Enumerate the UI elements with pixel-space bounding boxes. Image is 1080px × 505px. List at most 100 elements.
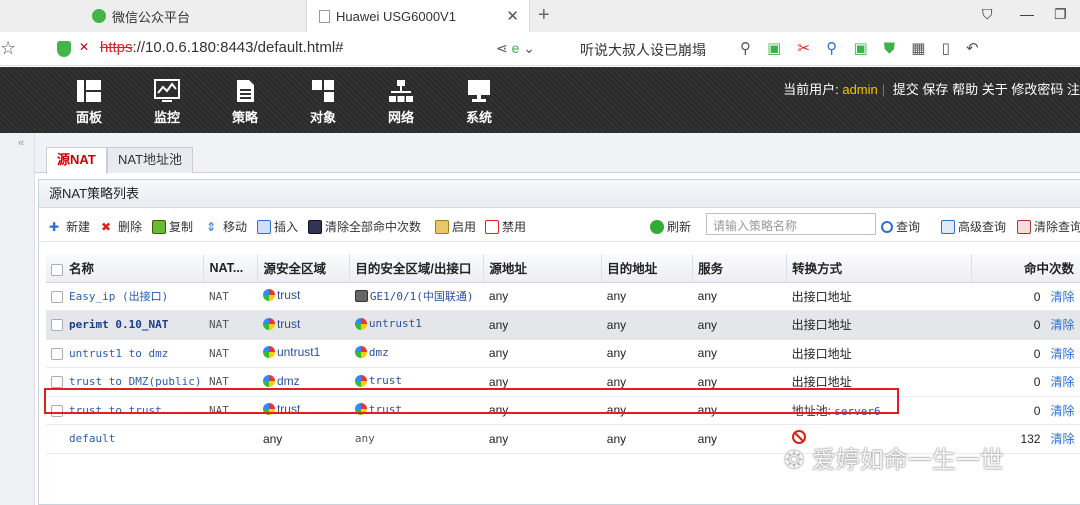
insert-button[interactable]: 插入 [257, 218, 298, 235]
advanced-search-icon [941, 219, 955, 234]
search-box[interactable]: 听说大叔人设已崩塌 [580, 40, 706, 60]
row-checkbox[interactable] [51, 376, 63, 389]
collapse-sidebar[interactable]: « [0, 133, 35, 505]
table-row[interactable]: perimt 0.10_NAT NAT trust untrust1 any any any… [46, 310, 1080, 340]
row-nat: NAT [203, 282, 258, 311]
about-link[interactable]: 关于 [982, 82, 1008, 97]
system-icon [468, 80, 490, 102]
save-link[interactable]: 保存 [922, 82, 948, 97]
col-label: 名称 [69, 262, 95, 277]
disable-icon [485, 219, 499, 234]
col-service[interactable]: 服务 [692, 254, 788, 283]
move-button[interactable]: ⇕ 移动 [206, 218, 247, 235]
logout-link[interactable]: 注 [1067, 82, 1080, 97]
submit-link[interactable]: 提交 [893, 82, 919, 97]
query-button[interactable]: 查询 [881, 218, 920, 235]
copy-label: 复制 [169, 220, 194, 234]
tab-source-nat[interactable]: 源NAT [46, 147, 107, 174]
table-row[interactable]: Easy_ip (出接口) NAT trust GE1/0/1(中国联通) any any… [46, 282, 1080, 311]
disable-button[interactable]: 禁用 [485, 218, 526, 235]
new-tab-icon[interactable]: + [538, 4, 550, 27]
delete-button[interactable]: ✖ 删除 [101, 218, 142, 235]
nav-object[interactable]: 对象 [298, 79, 348, 126]
share-icon[interactable]: ⋖ e ⌄ [496, 40, 535, 57]
col-mode[interactable]: 转换方式 [786, 254, 972, 283]
policy-search-input[interactable]: 请输入策略名称 [706, 213, 876, 235]
star-icon[interactable]: ☆ [0, 38, 16, 59]
row-mode: 出接口地址 [786, 339, 972, 368]
move-icon: ⇕ [206, 219, 217, 234]
row-src-addr: any [483, 339, 602, 368]
hit-count: 0 [1033, 346, 1041, 361]
row-nat: NAT [203, 339, 258, 368]
browser-toolbar-icons[interactable]: ⚲ ▣ ✂ ⚲ ▣ ⛊ ▦ ▯ ↶ [740, 39, 985, 57]
row-dst-zone: dmz [349, 339, 484, 368]
clear-hits-link[interactable]: 清除 [1050, 432, 1074, 446]
clear-all-hits-button[interactable]: 清除全部命中次数 [308, 218, 421, 235]
current-user-name: admin [842, 82, 878, 97]
clear-hits-link[interactable]: 清除 [1050, 347, 1074, 361]
help-link[interactable]: 帮助 [952, 82, 978, 97]
url-field[interactable]: https://10.0.6.180:8443/default.html# [100, 39, 344, 56]
panel-title: 源NAT策略列表 [39, 180, 1080, 208]
row-name[interactable]: untrust1 to dmz [46, 339, 204, 368]
advanced-query-button[interactable]: 高级查询 [941, 218, 1006, 235]
clear-hits-link[interactable]: 清除 [1050, 318, 1074, 332]
nav-network[interactable]: 网络 [376, 79, 426, 126]
browser-tab-strip: 微信公众平台 Huawei USG6000V1 ✕ + ⛉ — ❐ [0, 0, 1080, 32]
row-service: any [692, 424, 787, 454]
clear-hits-link[interactable]: 清除 [1050, 290, 1074, 304]
nav-policy[interactable]: 策略 [220, 79, 270, 126]
tab-nat-pool[interactable]: NAT地址池 [107, 147, 194, 173]
close-icon[interactable]: ✕ [506, 7, 519, 25]
select-all-checkbox[interactable] [51, 263, 63, 276]
nav-dashboard[interactable]: 面板 [64, 79, 114, 126]
row-service: any [692, 310, 787, 340]
col-src-zone[interactable]: 源安全区域 [257, 254, 351, 283]
subtab-bar: 源NAT NAT地址池 [35, 133, 1080, 174]
col-dst-zone[interactable]: 目的安全区域/出接口 [349, 254, 485, 283]
row-name[interactable]: Easy_ip (出接口) [46, 282, 204, 311]
refresh-icon [650, 219, 664, 234]
insert-label: 插入 [274, 220, 299, 234]
collapse-left-icon[interactable]: « [18, 137, 24, 149]
change-password-link[interactable]: 修改密码 [1011, 82, 1063, 97]
table-row[interactable]: untrust1 to dmz NAT untrust1 dmz any any any 出接… [46, 339, 1080, 368]
clear-hits-link[interactable]: 清除 [1050, 404, 1074, 418]
row-name[interactable]: default [46, 424, 204, 454]
search-icon [881, 220, 893, 233]
nav-label: 网络 [387, 110, 414, 125]
col-hits[interactable]: 命中次数 [971, 254, 1080, 283]
row-checkbox[interactable] [51, 347, 63, 360]
clear-all-label: 清除全部命中次数 [325, 220, 422, 234]
row-checkbox[interactable] [51, 319, 63, 332]
nav-monitor[interactable]: 监控 [142, 79, 192, 126]
zone-icon [354, 346, 367, 358]
copy-button[interactable]: 复制 [152, 218, 193, 235]
row-dst-zone: any [349, 424, 484, 454]
row-checkbox[interactable] [51, 291, 63, 304]
nav-system[interactable]: 系统 [454, 79, 504, 126]
clear-query-button[interactable]: 清除查询 [1017, 218, 1080, 235]
nat-policy-table: 名称 NAT... 源安全区域 目的安全区域/出接口 源地址 目的地址 服务 转… [46, 254, 1080, 454]
row-name[interactable]: perimt 0.10_NAT [46, 310, 204, 340]
minimize-icon[interactable]: — [1020, 6, 1034, 22]
refresh-button[interactable]: 刷新 [650, 218, 691, 235]
col-dst-addr[interactable]: 目的地址 [601, 254, 694, 283]
browser-tab-wechat[interactable]: 微信公众平台 [78, 0, 306, 32]
address-bar: ☆ ✕ https://10.0.6.180:8443/default.html… [0, 32, 1080, 66]
col-nat[interactable]: NAT... [203, 254, 259, 283]
restore-icon[interactable]: ❐ [1054, 6, 1067, 23]
new-label: 新建 [66, 220, 91, 234]
enable-button[interactable]: 启用 [435, 218, 476, 235]
policy-name: perimt 0.10_NAT [69, 318, 169, 332]
shirt-icon[interactable]: ⛉ [982, 6, 993, 23]
col-name[interactable]: 名称 [46, 254, 205, 283]
row-hits: 0 清除 [971, 310, 1080, 340]
col-src-addr[interactable]: 源地址 [483, 254, 603, 283]
zone-icon [262, 289, 275, 302]
browser-tab-huawei[interactable]: Huawei USG6000V1 ✕ [306, 0, 530, 32]
hit-count: 132 [1020, 432, 1041, 447]
new-button[interactable]: ✚ 新建 [49, 218, 90, 235]
clear-hits-link[interactable]: 清除 [1050, 375, 1074, 389]
